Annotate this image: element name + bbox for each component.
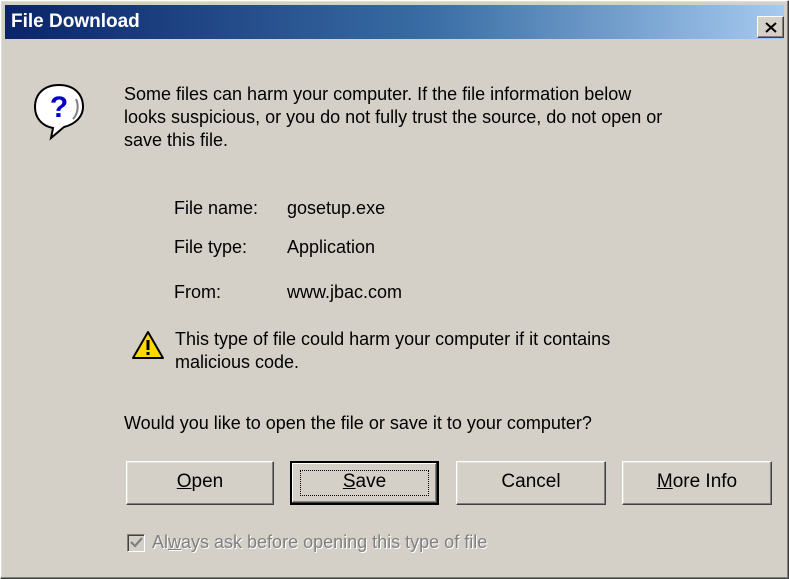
prompt-text: Would you like to open the file or save … <box>124 413 592 433</box>
intro-line-1: Some files can harm your computer. If th… <box>124 84 632 104</box>
intro-line-3: save this file. <box>124 130 229 150</box>
from-value: www.jbac.com <box>287 282 403 302</box>
open-button-label: Open <box>176 471 224 492</box>
save-button[interactable]: Save <box>290 461 439 505</box>
window-title: File Download <box>11 11 140 32</box>
from-label: From: <box>174 282 221 302</box>
save-button-label: Save <box>342 471 387 492</box>
more-info-button[interactable]: More Info <box>622 461 772 505</box>
harm-notice-line-2: malicious code. <box>175 352 300 372</box>
always-ask-checkbox[interactable] <box>127 534 145 552</box>
checkmark-icon <box>130 537 143 548</box>
question-icon: ? <box>33 83 85 141</box>
title-bar[interactable]: File Download <box>5 5 784 39</box>
file-type-label: File type: <box>174 237 248 257</box>
open-button[interactable]: Open <box>126 461 274 505</box>
file-name-value: gosetup.exe <box>287 198 386 218</box>
cancel-button-label: Cancel <box>501 471 561 492</box>
file-type-value: Application <box>287 237 376 257</box>
warning-icon <box>132 331 164 359</box>
intro-line-2: looks suspicious, or you do not fully tr… <box>124 107 663 127</box>
file-download-dialog: File Download ? Some files can harm your… <box>0 0 789 579</box>
svg-text:?: ? <box>50 91 68 124</box>
always-ask-label[interactable]: Always ask before opening this type of f… <box>152 531 487 554</box>
more-info-button-label: More Info <box>656 471 738 492</box>
harm-notice-line-1: This type of file could harm your comput… <box>175 329 611 349</box>
file-name-label: File name: <box>174 198 259 218</box>
cancel-button[interactable]: Cancel <box>456 461 606 505</box>
close-button[interactable] <box>757 16 784 38</box>
close-icon <box>765 22 777 33</box>
